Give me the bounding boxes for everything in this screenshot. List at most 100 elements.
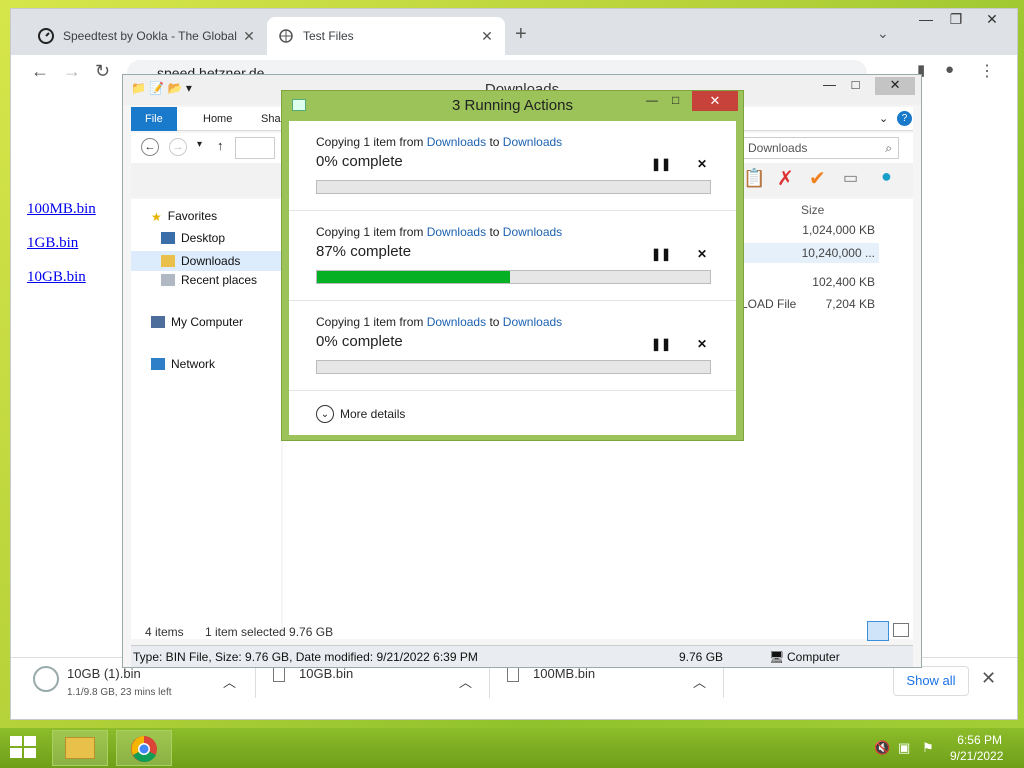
close-tab-icon[interactable]: ✕ bbox=[479, 28, 495, 45]
close-icon[interactable]: ✕ bbox=[875, 77, 916, 95]
explorer-window-controls: — □ ✕ bbox=[823, 77, 919, 95]
folder-icon bbox=[65, 737, 95, 759]
details-view-icon[interactable] bbox=[867, 621, 889, 641]
pause-button[interactable]: ❚❚ bbox=[651, 337, 671, 351]
tab-test-files[interactable]: Test Files ✕ bbox=[267, 17, 505, 55]
forward-icon[interactable]: → bbox=[63, 61, 81, 82]
check-icon[interactable]: ✔ bbox=[809, 166, 826, 191]
system-clock[interactable]: 6:56 PM 9/21/2022 bbox=[950, 732, 1003, 764]
close-window-icon[interactable]: ✕ bbox=[977, 11, 1007, 33]
destination-link[interactable]: Downloads bbox=[503, 135, 562, 149]
nav-network[interactable]: Network bbox=[151, 357, 215, 371]
percent-complete: 0% complete bbox=[316, 153, 403, 170]
rename-icon[interactable]: ▭ bbox=[843, 168, 858, 188]
pause-button[interactable]: ❚❚ bbox=[651, 247, 671, 261]
action-prefix: Copying 1 item from bbox=[316, 135, 424, 149]
maximize-icon[interactable]: ❐ bbox=[941, 11, 971, 33]
cancel-button[interactable]: ✕ bbox=[697, 157, 707, 171]
percent-complete: 87% complete bbox=[316, 243, 412, 260]
download-name: 100MB.bin bbox=[533, 666, 596, 681]
taskbar-chrome-button[interactable] bbox=[116, 730, 172, 766]
search-box[interactable]: Downloads ⌕ bbox=[741, 137, 899, 159]
cancel-button[interactable]: ✕ bbox=[697, 337, 707, 351]
action-to-word: to bbox=[489, 315, 500, 329]
taskbar: 🔇 ▣ ⚑ 6:56 PM 9/21/2022 bbox=[0, 728, 1024, 768]
details-text: Type: BIN File, Size: 9.76 GB, Date modi… bbox=[133, 650, 478, 664]
source-link[interactable]: Downloads bbox=[427, 225, 486, 239]
nav-recent-places[interactable]: Recent places bbox=[161, 273, 257, 287]
star-icon: ★ bbox=[151, 210, 162, 224]
file-icon bbox=[507, 666, 519, 682]
file-icon bbox=[33, 666, 59, 692]
pause-button[interactable]: ❚❚ bbox=[651, 157, 671, 171]
action-to-word: to bbox=[489, 135, 500, 149]
chevron-up-icon[interactable]: ︿ bbox=[459, 672, 472, 691]
chevron-up-icon[interactable]: ︿ bbox=[223, 672, 236, 691]
action-center-icon[interactable]: ⚑ bbox=[922, 740, 934, 756]
details-size: 9.76 GB bbox=[679, 650, 724, 664]
file-size: 102,400 KB bbox=[812, 275, 875, 289]
volume-muted-icon[interactable]: 🔇 bbox=[874, 740, 890, 756]
chevron-up-icon[interactable]: ︿ bbox=[693, 672, 706, 691]
close-dialog-button[interactable]: ✕ bbox=[692, 91, 738, 111]
action-description: Copying 1 item from Downloads to Downloa… bbox=[316, 225, 562, 239]
nav-label: Network bbox=[171, 357, 216, 371]
windows-start-icon[interactable] bbox=[10, 736, 38, 763]
search-icon: ⌕ bbox=[885, 141, 892, 155]
up-arrow-icon[interactable]: ↑ bbox=[217, 138, 224, 153]
menu-icon[interactable]: ⋮ bbox=[979, 61, 995, 81]
back-icon[interactable]: ← bbox=[141, 138, 159, 156]
new-tab-button[interactable]: + bbox=[515, 23, 527, 46]
file-size-selected[interactable]: 10,240,000 ... bbox=[723, 243, 879, 263]
show-all-button[interactable]: Show all bbox=[893, 666, 969, 696]
clipboard-icon[interactable]: 📋 bbox=[743, 168, 765, 189]
close-tab-icon[interactable]: ✕ bbox=[241, 28, 257, 45]
search-placeholder: Downloads bbox=[748, 141, 808, 155]
close-icon[interactable]: ✕ bbox=[981, 668, 996, 689]
back-icon[interactable]: ← bbox=[31, 61, 49, 82]
tab-file[interactable]: File bbox=[131, 107, 177, 131]
source-link[interactable]: Downloads bbox=[427, 315, 486, 329]
computer-icon: 🖥 bbox=[769, 650, 785, 664]
destination-link[interactable]: Downloads bbox=[503, 315, 562, 329]
chevron-down-icon[interactable]: ⌄ bbox=[879, 112, 888, 125]
address-path[interactable] bbox=[235, 137, 275, 159]
download-name: 10GB (1).bin bbox=[67, 666, 141, 681]
column-size[interactable]: Size bbox=[801, 203, 824, 217]
source-link[interactable]: Downloads bbox=[427, 135, 486, 149]
destination-link[interactable]: Downloads bbox=[503, 225, 562, 239]
nav-favorites[interactable]: ★ Favorites bbox=[151, 209, 217, 224]
divider bbox=[723, 668, 724, 698]
tab-home[interactable]: Home bbox=[189, 107, 246, 131]
nav-my-computer[interactable]: My Computer bbox=[151, 315, 243, 329]
clock-time: 6:56 PM bbox=[957, 733, 1002, 747]
forward-icon[interactable]: → bbox=[169, 138, 187, 156]
link-10gb[interactable]: 10GB.bin bbox=[27, 269, 86, 286]
tab-search-icon[interactable]: ⌄ bbox=[877, 25, 889, 42]
network-tray-icon[interactable]: ▣ bbox=[898, 740, 910, 756]
divider bbox=[489, 668, 490, 698]
nav-desktop[interactable]: Desktop bbox=[161, 231, 225, 245]
minimize-icon[interactable]: — bbox=[911, 11, 941, 33]
taskbar-explorer-button[interactable] bbox=[52, 730, 108, 766]
shell-icon[interactable]: ● bbox=[881, 166, 892, 187]
copy-action: Copying 1 item from Downloads to Downloa… bbox=[289, 211, 736, 301]
cancel-button[interactable]: ✕ bbox=[697, 247, 707, 261]
percent-complete: 0% complete bbox=[316, 333, 403, 350]
maximize-icon[interactable]: □ bbox=[672, 93, 679, 107]
tab-speedtest[interactable]: Speedtest by Ookla - The Global ✕ bbox=[27, 17, 267, 55]
maximize-icon[interactable]: □ bbox=[852, 77, 860, 92]
reload-icon[interactable]: ↻ bbox=[95, 61, 110, 82]
link-1gb[interactable]: 1GB.bin bbox=[27, 235, 78, 252]
minimize-icon[interactable]: — bbox=[646, 93, 658, 107]
minimize-icon[interactable]: — bbox=[823, 77, 836, 92]
more-details-toggle[interactable]: ⌄ More details bbox=[316, 405, 405, 423]
large-icons-view-icon[interactable] bbox=[893, 623, 909, 637]
nav-downloads[interactable]: Downloads bbox=[131, 251, 281, 271]
link-100mb[interactable]: 100MB.bin bbox=[27, 201, 96, 218]
more-details-label: More details bbox=[340, 407, 406, 421]
help-icon[interactable]: ? bbox=[897, 111, 912, 126]
profile-icon[interactable]: ● bbox=[945, 61, 954, 78]
chevron-down-icon[interactable]: ▾ bbox=[197, 139, 202, 150]
delete-icon[interactable]: ✗ bbox=[777, 166, 794, 191]
